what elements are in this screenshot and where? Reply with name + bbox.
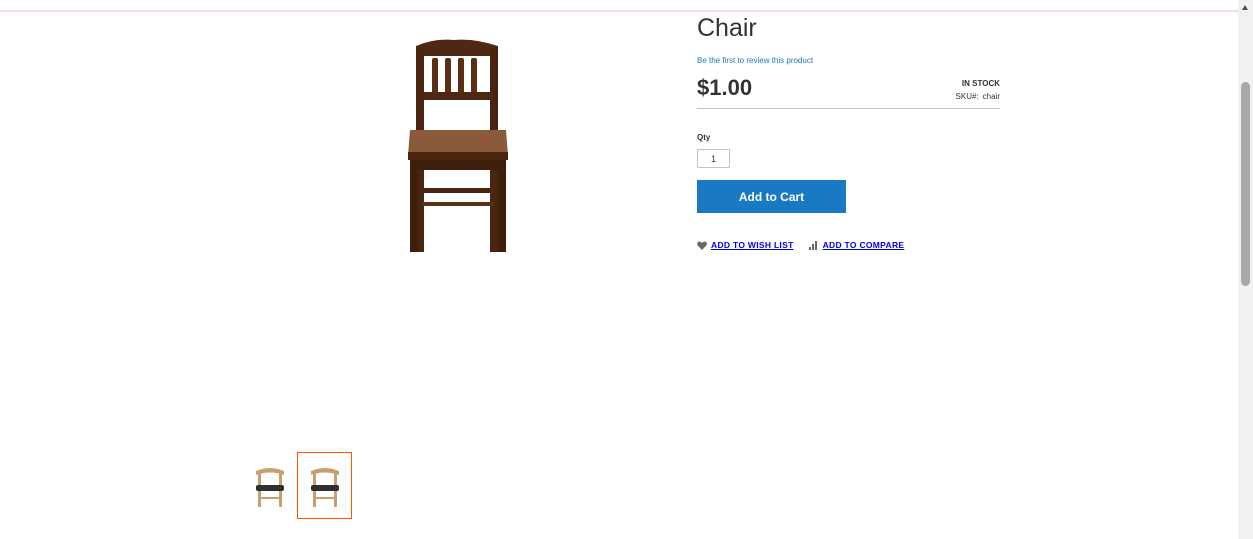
scroll-up-arrow-icon[interactable] (1242, 5, 1248, 10)
chair-thumbnail-selected-icon (310, 467, 339, 507)
stock-status: IN STOCK (961, 79, 1000, 88)
product-main-image[interactable] (394, 34, 522, 254)
chair-thumbnail-icon (255, 467, 284, 507)
gallery-thumbnail-2[interactable] (297, 452, 352, 519)
compare-label: ADD TO COMPARE (822, 240, 905, 250)
review-link[interactable]: Be the first to review this product (697, 56, 813, 65)
product-actions: ADD TO WISH LIST ADD TO COMPARE (697, 240, 904, 250)
wishlist-label: ADD TO WISH LIST (711, 240, 794, 250)
vertical-scrollbar[interactable] (1238, 0, 1253, 539)
wooden-chair-image (408, 39, 508, 254)
sku-label: SKU#: (955, 92, 979, 101)
product-price: $1.00 (697, 75, 753, 100)
gallery-thumbnail-1[interactable] (242, 452, 297, 519)
compare-icon (808, 240, 817, 250)
product-sku: SKU#: chair (956, 92, 1000, 101)
message-bar (0, 0, 1238, 12)
qty-label: Qty (697, 133, 711, 142)
add-to-wishlist-link[interactable]: ADD TO WISH LIST (697, 240, 794, 250)
heart-icon (697, 240, 707, 250)
scrollbar-thumb[interactable] (1241, 82, 1250, 286)
product-title: Chair (697, 14, 757, 42)
qty-input[interactable] (697, 149, 730, 168)
add-to-compare-link[interactable]: ADD TO COMPARE (808, 240, 905, 250)
price-divider (697, 108, 1000, 109)
sku-value: chair (982, 92, 1000, 101)
add-to-cart-button[interactable]: Add to Cart (697, 180, 846, 213)
product-page: Chair Be the first to review this produc… (0, 0, 1253, 539)
